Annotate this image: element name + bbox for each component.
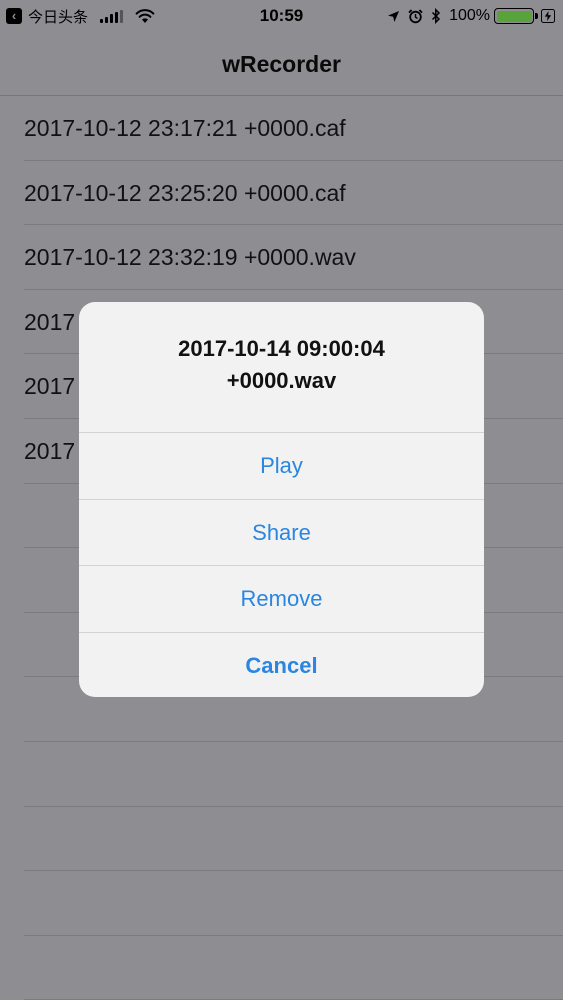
alarm-icon: [408, 8, 423, 23]
alert-title-line1: 2017-10-14 09:00:04: [178, 336, 385, 361]
list-item-label: 2017-10-12 23:17:21 +0000.caf: [24, 115, 346, 141]
empty-list-row: [24, 871, 563, 936]
action-alert: 2017-10-14 09:00:04 +0000.wav Play Share…: [79, 302, 484, 697]
list-item-label: 2017: [24, 373, 76, 400]
list-item-label: 2017: [24, 437, 76, 464]
play-button[interactable]: Play: [79, 432, 484, 499]
empty-list-row: [24, 936, 563, 1000]
status-bar-right: 100%: [379, 5, 555, 27]
remove-button[interactable]: Remove: [79, 565, 484, 632]
alert-title-line2: +0000.wav: [226, 368, 337, 393]
alert-actions: Play Share Remove Cancel: [79, 432, 484, 697]
battery-icon: [494, 8, 534, 24]
list-item[interactable]: 2017-10-12 23:25:20 +0000.caf: [24, 161, 563, 226]
charging-icon: [541, 9, 555, 23]
battery-percent: 100%: [449, 7, 490, 24]
empty-list-row: [24, 742, 563, 807]
list-item[interactable]: 2017-10-12 23:17:21 +0000.caf: [24, 96, 563, 161]
alert-title: 2017-10-14 09:00:04 +0000.wav: [99, 333, 464, 397]
bluetooth-icon: [432, 8, 441, 24]
list-item-label: 2017-10-12 23:25:20 +0000.caf: [24, 179, 346, 206]
battery-fill: [496, 10, 532, 22]
share-button[interactable]: Share: [79, 498, 484, 566]
status-bar: ‹ 今日头条 10:59 100%: [0, 0, 563, 32]
list-item-label: 2017: [24, 308, 76, 335]
location-icon: [388, 10, 400, 22]
list-item[interactable]: 2017-10-12 23:32:19 +0000.wav: [24, 225, 563, 290]
cancel-button[interactable]: Cancel: [79, 631, 484, 698]
list-item-label: 2017-10-12 23:32:19 +0000.wav: [24, 244, 356, 271]
empty-list-row: [24, 807, 563, 872]
page-title: wRecorder: [222, 51, 341, 77]
navigation-bar: wRecorder: [0, 32, 563, 96]
battery-tip: [535, 13, 538, 19]
